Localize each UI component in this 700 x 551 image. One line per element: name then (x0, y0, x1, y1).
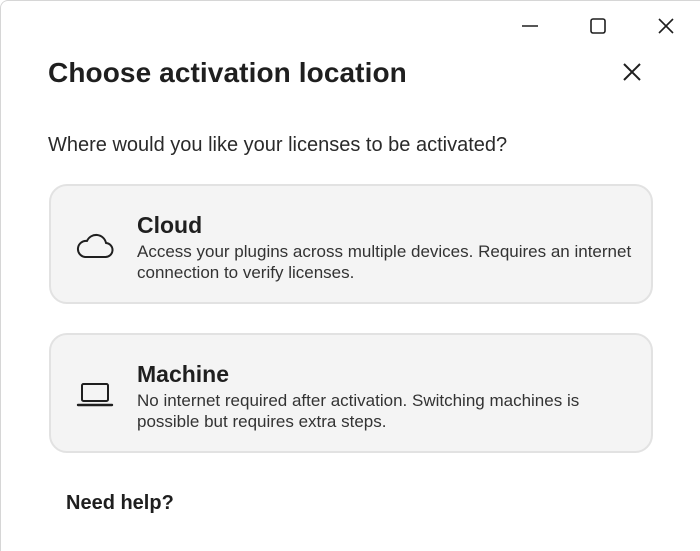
machine-option-title: Machine (137, 361, 230, 387)
activation-window: Choose activation location Where would y… (0, 0, 700, 551)
cloud-option-description: Access your plugins across multiple devi… (137, 242, 632, 282)
machine-option[interactable]: Machine No internet required after activ… (49, 333, 653, 453)
dialog-close-button[interactable] (615, 57, 649, 91)
maximize-button[interactable] (564, 1, 632, 51)
laptop-icon (75, 379, 115, 411)
machine-option-description: No internet required after activation. S… (137, 391, 580, 431)
close-icon (622, 62, 642, 87)
window-titlebar (496, 1, 700, 51)
close-icon (657, 17, 675, 35)
dialog-title: Choose activation location (48, 57, 407, 88)
cloud-option[interactable]: Cloud Access your plugins across multipl… (49, 184, 653, 304)
cloud-icon (75, 230, 115, 262)
cloud-option-title: Cloud (137, 212, 203, 238)
activation-question: Where would you like your licenses to be… (48, 134, 508, 156)
maximize-icon (589, 17, 607, 35)
window-close-button[interactable] (632, 1, 700, 51)
minimize-icon (521, 17, 539, 35)
minimize-button[interactable] (496, 1, 564, 51)
need-help-link[interactable]: Need help? (66, 492, 174, 515)
